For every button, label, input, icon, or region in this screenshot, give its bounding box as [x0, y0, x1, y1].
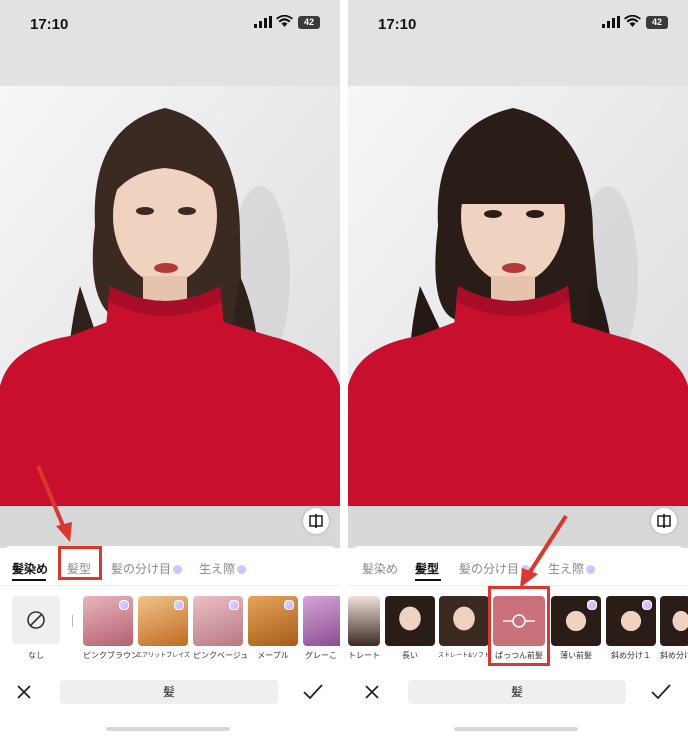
premium-gem-icon: [237, 565, 247, 575]
tab-hair-part-label: 髪の分け目: [111, 562, 172, 576]
tab-hairline[interactable]: 生え際: [548, 560, 596, 577]
close-icon[interactable]: [14, 682, 34, 702]
screenshot-left: 17:10 42 髪染め 髪型 髪の分け目 生え際 なし ピンクブラウン エアリ…: [0, 0, 340, 737]
top-band: [0, 50, 340, 86]
swatch-label: エアリットブレイズ: [136, 653, 190, 659]
tab-hairstyle[interactable]: 髪型: [415, 560, 439, 577]
swatch-label: ピンクベージュ: [193, 651, 249, 660]
check-icon[interactable]: [302, 682, 324, 702]
status-bar: 17:10 42: [0, 0, 340, 50]
screenshot-right: 17:10 42 髪染め 髪型 髪の分け目 生え際 トレート 長い ストレート&…: [348, 0, 688, 737]
swatch-pink-brown[interactable]: [83, 596, 133, 646]
premium-gem-icon: [587, 600, 597, 610]
signal-icon: [602, 16, 620, 28]
compare-icon: [309, 514, 323, 528]
style-label: 長い: [402, 651, 418, 660]
category-label[interactable]: 髪: [408, 680, 626, 704]
signal-icon: [254, 16, 272, 28]
top-band: [348, 50, 688, 86]
swatch-maple[interactable]: [248, 596, 298, 646]
portrait-photo: [0, 86, 340, 506]
highlight-box: [58, 546, 102, 580]
premium-gem-icon: [521, 565, 531, 575]
swatch-airlit[interactable]: [138, 596, 188, 646]
style-label: 斜め分け１: [611, 651, 651, 660]
tab-hair-part[interactable]: 髪の分け目: [111, 560, 183, 577]
premium-gem-icon: [174, 600, 184, 610]
swatch-label: ピンクブラウン: [83, 651, 139, 660]
tab-divider: [0, 585, 340, 586]
style-label: 斜め分け: [660, 651, 688, 660]
portrait-photo: [348, 86, 688, 506]
no-color-option[interactable]: [12, 596, 60, 644]
style-option[interactable]: [551, 596, 601, 646]
tab-underline: [12, 579, 46, 581]
style-option[interactable]: [439, 596, 489, 646]
preview-bottom-band: [348, 506, 688, 548]
premium-gem-icon: [173, 565, 183, 575]
compare-button[interactable]: [651, 508, 677, 534]
style-label: ストレート&ソフト: [437, 653, 490, 659]
option-separator: [72, 615, 73, 627]
battery-icon: 42: [298, 16, 320, 29]
preview-bottom-band: [0, 506, 340, 548]
premium-gem-icon: [642, 600, 652, 610]
swatch-pink-beige[interactable]: [193, 596, 243, 646]
swatch-gray[interactable]: [303, 596, 340, 646]
premium-gem-icon: [284, 600, 294, 610]
style-label: トレート: [348, 651, 380, 660]
tab-hairline[interactable]: 生え際: [199, 560, 247, 577]
tab-underline: [415, 579, 441, 581]
style-option[interactable]: [660, 596, 688, 646]
status-bar: 17:10 42: [348, 0, 688, 50]
compare-button[interactable]: [303, 508, 329, 534]
no-color-icon: [27, 611, 45, 629]
no-color-label: なし: [28, 651, 44, 660]
style-label: 薄い前髪: [560, 651, 592, 660]
style-option[interactable]: [606, 596, 656, 646]
premium-gem-icon: [586, 565, 596, 575]
tab-hair-part-label: 髪の分け目: [459, 562, 520, 576]
category-label[interactable]: 髪: [60, 680, 278, 704]
home-indicator: [106, 727, 230, 731]
status-time: 17:10: [30, 16, 69, 33]
tab-hair-color[interactable]: 髪染め: [362, 560, 398, 577]
tab-hair-color[interactable]: 髪染め: [12, 560, 48, 577]
tab-hair-part[interactable]: 髪の分け目: [459, 560, 531, 577]
check-icon[interactable]: [650, 682, 672, 702]
wifi-icon: [276, 15, 293, 27]
home-indicator: [454, 727, 578, 731]
premium-gem-icon: [229, 600, 239, 610]
battery-icon: 42: [646, 16, 668, 29]
close-icon[interactable]: [362, 682, 382, 702]
highlight-box: [488, 586, 550, 666]
swatch-label: グレーこ: [305, 651, 337, 660]
compare-icon: [657, 514, 671, 528]
premium-gem-icon: [119, 600, 129, 610]
swatch-label: メープル: [257, 651, 289, 660]
status-time: 17:10: [378, 16, 417, 33]
style-option[interactable]: [348, 596, 380, 646]
tab-hairline-label: 生え際: [548, 562, 585, 576]
wifi-icon: [624, 15, 641, 27]
tab-hairline-label: 生え際: [199, 562, 236, 576]
style-option[interactable]: [385, 596, 435, 646]
